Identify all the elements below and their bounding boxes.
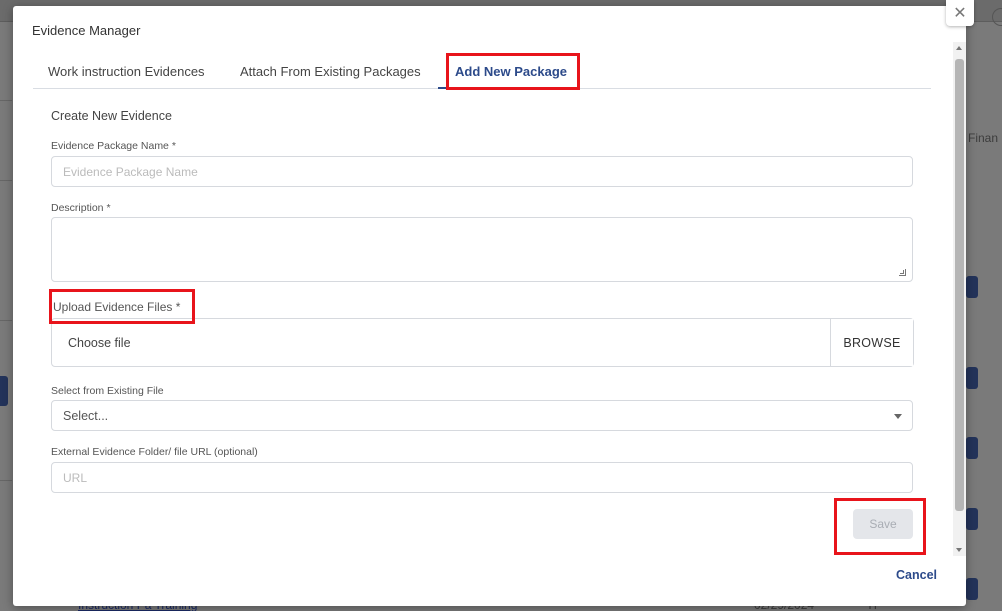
annotation-highlight-tab	[446, 53, 580, 90]
background-action-button	[966, 508, 978, 530]
chevron-down-icon	[894, 414, 902, 419]
background-side-button	[0, 376, 8, 406]
scroll-thumb[interactable]	[955, 59, 964, 511]
background-divider	[0, 480, 12, 481]
package-name-label: Evidence Package Name *	[51, 140, 176, 152]
modal-title: Evidence Manager	[32, 23, 141, 38]
background-action-button	[966, 578, 978, 600]
external-url-input[interactable]: URL	[51, 462, 913, 493]
file-upload-field[interactable]: Choose file BROWSE	[51, 318, 914, 367]
external-url-placeholder: URL	[63, 470, 88, 485]
background-column-header: Finan	[968, 131, 999, 145]
background-divider	[0, 100, 12, 101]
background-divider	[0, 180, 12, 181]
cancel-button[interactable]: Cancel	[896, 568, 937, 582]
existing-file-label: Select from Existing File	[51, 385, 164, 397]
annotation-highlight-save	[834, 498, 926, 555]
description-textarea[interactable]	[51, 217, 913, 282]
scroll-up-icon[interactable]	[956, 46, 962, 50]
browse-button[interactable]: BROWSE	[830, 319, 913, 366]
background-avatar	[992, 8, 1002, 26]
description-label: Description *	[51, 202, 111, 214]
annotation-highlight-upload-label	[49, 289, 195, 324]
background-action-button	[966, 276, 978, 298]
vertical-scrollbar[interactable]	[953, 42, 966, 556]
close-icon[interactable]: ✕	[946, 0, 974, 26]
background-action-button	[966, 367, 978, 389]
tab-work-instruction-evidences[interactable]: Work instruction Evidences	[48, 64, 205, 79]
package-name-placeholder: Evidence Package Name	[63, 164, 198, 179]
existing-file-select[interactable]: Select...	[51, 400, 913, 431]
package-name-input[interactable]: Evidence Package Name	[51, 156, 913, 187]
existing-file-selected: Select...	[63, 408, 109, 423]
background-divider	[0, 320, 12, 321]
resize-handle-icon[interactable]	[899, 269, 906, 276]
tab-attach-from-existing-packages[interactable]: Attach From Existing Packages	[240, 64, 421, 79]
external-url-label: External Evidence Folder/ file URL (opti…	[51, 446, 258, 458]
choose-file-text: Choose file	[68, 336, 131, 350]
scroll-down-icon[interactable]	[956, 548, 962, 552]
section-title: Create New Evidence	[51, 109, 172, 123]
background-action-button	[966, 437, 978, 459]
